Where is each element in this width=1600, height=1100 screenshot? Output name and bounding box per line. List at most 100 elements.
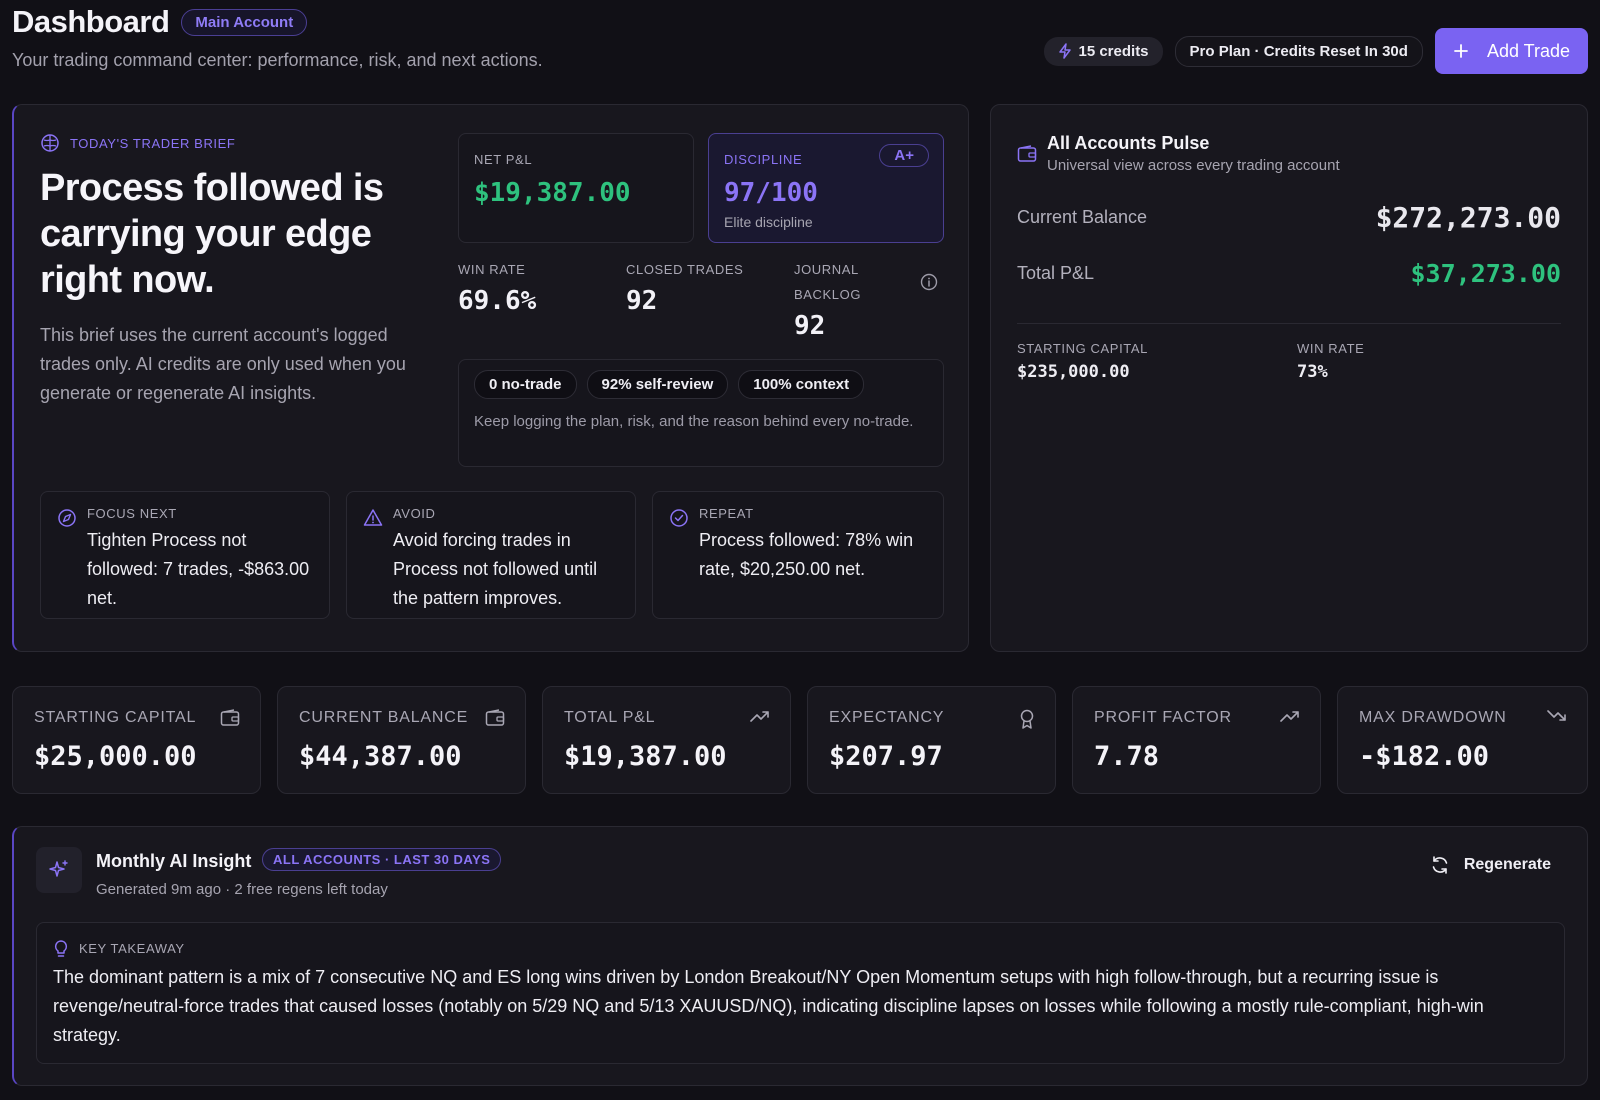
page-header: Dashboard Main Account Your trading comm… (12, 4, 1588, 74)
regenerate-button[interactable]: Regenerate (1430, 855, 1551, 875)
check-circle-icon (670, 509, 688, 527)
kpi-total-pl: TOTAL P&L $19,387.00 (542, 686, 791, 794)
pulse-title: All Accounts Pulse (1047, 133, 1210, 153)
discipline-label: DISCIPLINE (724, 152, 803, 167)
discipline-sub: Elite discipline (724, 214, 813, 230)
pulse-current-balance-row: Current Balance $272,273.00 (1017, 201, 1561, 234)
focus-next-text: Tighten Process not followed: 7 trades, … (87, 530, 310, 608)
pulse-subtitle: Universal view across every trading acco… (1047, 157, 1340, 174)
plan-pill[interactable]: Pro Plan · Credits Reset In 30d (1174, 35, 1423, 67)
brief-headline: Process followed is carrying your edge r… (40, 167, 384, 301)
info-icon[interactable] (920, 273, 938, 291)
kpi-label: TOTAL P&L (564, 709, 656, 726)
all-accounts-pulse-card: All Accounts Pulse Universal view across… (990, 104, 1588, 652)
kpi-label: EXPECTANCY (829, 709, 945, 726)
lightbulb-icon (54, 940, 68, 957)
discipline-tile: DISCIPLINE A+ 97/100 Elite discipline (708, 133, 944, 243)
kpi-value: $44,387.00 (299, 741, 462, 772)
net-pl-value: $19,387.00 (474, 178, 631, 208)
pulse-win-rate-label: WIN RATE (1297, 341, 1365, 356)
insight-title: Monthly AI Insight (96, 851, 252, 871)
kpi-value: $25,000.00 (34, 741, 197, 772)
pulse-divider (1017, 323, 1561, 324)
pulse-starting-capital-label: STARTING CAPITAL (1017, 341, 1148, 356)
pulse-total-pl-value: $37,273.00 (1410, 259, 1561, 288)
avoid-label: AVOID (393, 506, 436, 521)
pulse-win-rate: WIN RATE 73% (1297, 341, 1364, 382)
closed-trades-stat: CLOSED TRADES 92 (626, 257, 743, 316)
kpi-label: PROFIT FACTOR (1094, 709, 1232, 726)
win-rate-stat: WIN RATE 69.6% (458, 257, 536, 316)
closed-trades-label: CLOSED TRADES (626, 262, 744, 277)
sparkle-icon-box (36, 847, 82, 893)
brain-icon (41, 134, 59, 152)
pulse-starting-capital: STARTING CAPITAL $235,000.00 (1017, 341, 1148, 382)
discipline-grade-badge: A+ (879, 144, 929, 167)
kpi-label: CURRENT BALANCE (299, 709, 469, 726)
wallet-icon (485, 709, 505, 726)
warning-icon (363, 509, 383, 526)
kpi-label: STARTING CAPITAL (34, 709, 197, 726)
closed-trades-value: 92 (626, 286, 658, 316)
journal-backlog-stat: JOURNAL BACKLOG 92 (794, 257, 874, 341)
trader-brief-card: TODAY'S TRADER BRIEF Process followed is… (12, 104, 969, 652)
avoid-text: Avoid forcing trades in Process not foll… (393, 530, 598, 608)
kpi-profit-factor: PROFIT FACTOR 7.78 (1072, 686, 1321, 794)
trending-up-icon (1280, 711, 1299, 722)
trending-up-icon (750, 711, 769, 722)
kpi-value: $19,387.00 (564, 741, 727, 772)
avoid-card: AVOID Avoid forcing trades in Process no… (346, 491, 636, 619)
journal-backlog-value: 92 (794, 311, 826, 341)
net-pl-label: NET P&L (474, 152, 533, 167)
wallet-icon (220, 709, 240, 726)
win-rate-value: 69.6% (458, 286, 537, 316)
key-takeaway-box: KEY TAKEAWAY The dominant pattern is a m… (36, 922, 1565, 1064)
page-title: Dashboard (12, 4, 170, 39)
wallet-icon (1017, 145, 1037, 162)
net-pl-tile: NET P&L $19,387.00 (458, 133, 694, 243)
pulse-total-pl-row: Total P&L $37,273.00 (1017, 259, 1561, 288)
add-trade-button[interactable]: Add Trade (1434, 28, 1588, 74)
kpi-value: $207.97 (829, 741, 943, 772)
compass-icon (58, 509, 76, 527)
journal-backlog-label: JOURNAL BACKLOG (794, 262, 862, 302)
lightning-icon (1059, 43, 1072, 59)
repeat-card: REPEAT Process followed: 78% win rate, $… (652, 491, 944, 619)
credits-label: 15 credits (1078, 42, 1149, 60)
refresh-icon (1432, 856, 1448, 874)
award-icon (1020, 709, 1034, 729)
pulse-starting-capital-value: $235,000.00 (1017, 362, 1130, 382)
kpi-value: -$182.00 (1359, 741, 1490, 772)
no-trade-chip: 0 no-trade (474, 370, 577, 399)
key-takeaway-label: KEY TAKEAWAY (79, 941, 185, 956)
pulse-current-balance-label: Current Balance (1017, 207, 1148, 227)
focus-next-label: FOCUS NEXT (87, 506, 177, 521)
regenerate-label: Regenerate (1463, 856, 1551, 873)
kpi-value: 7.78 (1094, 741, 1160, 772)
kpi-label: MAX DRAWDOWN (1359, 709, 1507, 726)
kpi-max-drawdown: MAX DRAWDOWN -$182.00 (1337, 686, 1588, 794)
pulse-win-rate-value: 73% (1297, 362, 1328, 382)
insight-generated: Generated 9m ago · 2 free regens left to… (96, 881, 388, 898)
key-takeaway-text: The dominant pattern is a mix of 7 conse… (53, 967, 1484, 1045)
account-selector-badge[interactable]: Main Account (181, 8, 308, 36)
kpi-expectancy: EXPECTANCY $207.97 (807, 686, 1056, 794)
sparkle-icon (49, 860, 68, 877)
repeat-text: Process followed: 78% win rate, $20,250.… (699, 530, 914, 579)
brief-tag-label: TODAY'S TRADER BRIEF (70, 135, 236, 151)
context-chip: 100% context (738, 370, 865, 399)
insight-scope-badge: ALL ACCOUNTS · LAST 30 DAYS (262, 848, 502, 871)
context-text: Keep logging the plan, risk, and the rea… (474, 413, 914, 430)
kpi-current-balance: CURRENT BALANCE $44,387.00 (277, 686, 526, 794)
discipline-score: 97/100 (724, 178, 818, 208)
credits-pill[interactable]: 15 credits (1044, 36, 1163, 66)
plus-icon (1454, 44, 1468, 58)
brief-body: This brief uses the current account's lo… (40, 325, 406, 403)
repeat-label: REPEAT (699, 506, 754, 521)
brief-tag: TODAY'S TRADER BRIEF (40, 133, 235, 153)
win-rate-label: WIN RATE (458, 262, 526, 277)
pulse-total-pl-label: Total P&L (1017, 263, 1095, 283)
monthly-ai-insight-card: Monthly AI Insight ALL ACCOUNTS · LAST 3… (12, 826, 1588, 1086)
pulse-current-balance-value: $272,273.00 (1375, 201, 1561, 234)
add-trade-label: Add Trade (1486, 40, 1570, 61)
